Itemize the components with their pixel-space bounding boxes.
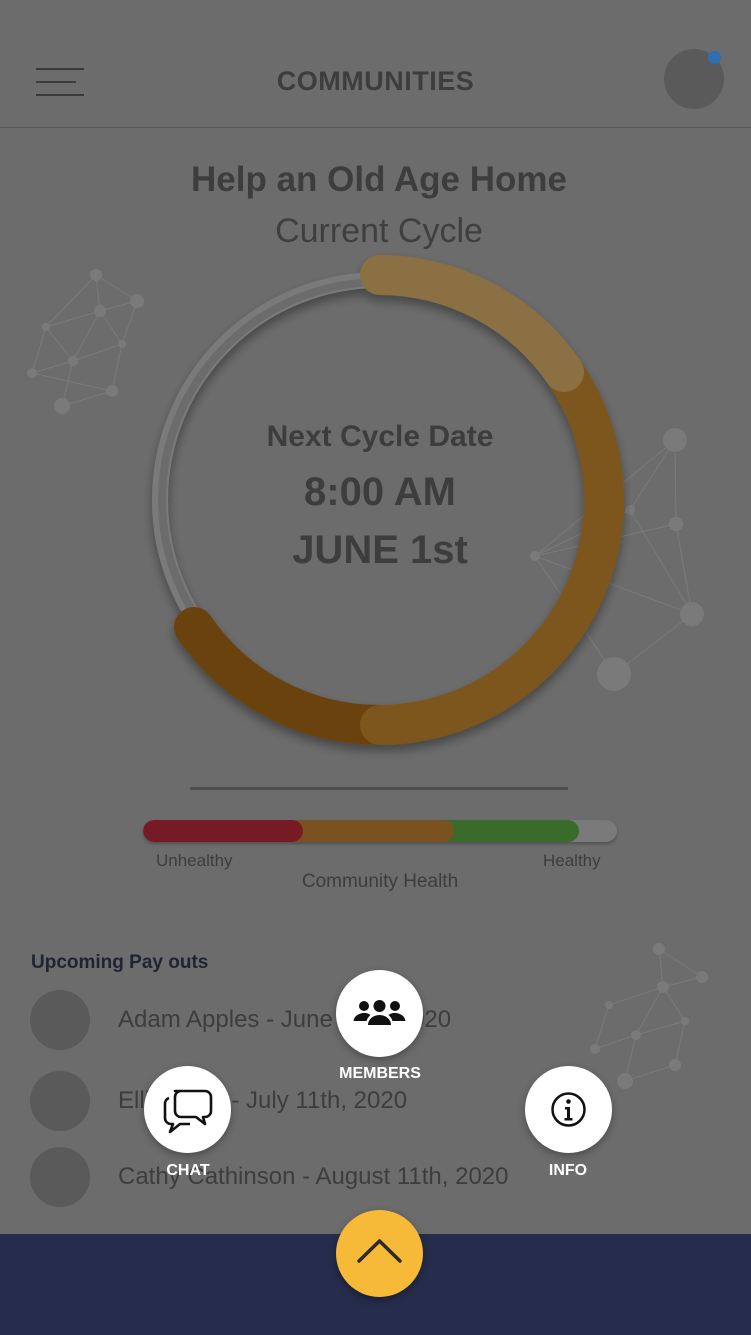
payouts-title: Upcoming Pay outs <box>31 952 209 973</box>
health-segment-unhealthy <box>143 820 303 842</box>
app-header: COMMUNITIES <box>0 0 751 128</box>
notification-dot <box>708 51 721 64</box>
chat-bubbles-icon <box>163 1089 213 1134</box>
next-cycle-date: JUNE 1st <box>292 528 468 572</box>
chevron-up-icon <box>357 1239 402 1263</box>
info-icon <box>551 1092 586 1127</box>
page-title: COMMUNITIES <box>276 66 475 96</box>
avatar <box>30 1147 90 1207</box>
next-cycle-label: Next Cycle Date <box>266 420 494 453</box>
health-high-label: Healthy <box>543 851 601 870</box>
health-low-label: Unhealthy <box>156 851 233 870</box>
chat-label: CHAT <box>166 1162 210 1179</box>
group-icon <box>353 1000 406 1025</box>
health-caption: Community Health <box>301 871 459 892</box>
health-segment-moderate <box>284 820 454 842</box>
section-divider <box>190 787 568 790</box>
communities-screen: COMMUNITIES Help an Old Age Home Current… <box>0 0 751 1335</box>
cycle-label: Current Cycle <box>275 212 483 250</box>
members-label: MEMBERS <box>339 1065 421 1082</box>
community-health-bar <box>143 820 617 842</box>
ring-progress-dark <box>174 607 400 746</box>
ring-progress-light <box>360 255 584 392</box>
avatar <box>30 1071 90 1131</box>
next-cycle-time: 8:00 AM <box>304 470 456 514</box>
network-decoration-icon <box>27 269 144 414</box>
members-button[interactable] <box>336 970 423 1057</box>
actions-toggle-button[interactable] <box>336 1210 423 1297</box>
info-label: INFO <box>548 1162 588 1179</box>
community-name: Help an Old Age Home <box>191 160 567 199</box>
avatar <box>30 990 90 1050</box>
info-button[interactable] <box>525 1066 612 1153</box>
chat-button[interactable] <box>144 1066 231 1153</box>
